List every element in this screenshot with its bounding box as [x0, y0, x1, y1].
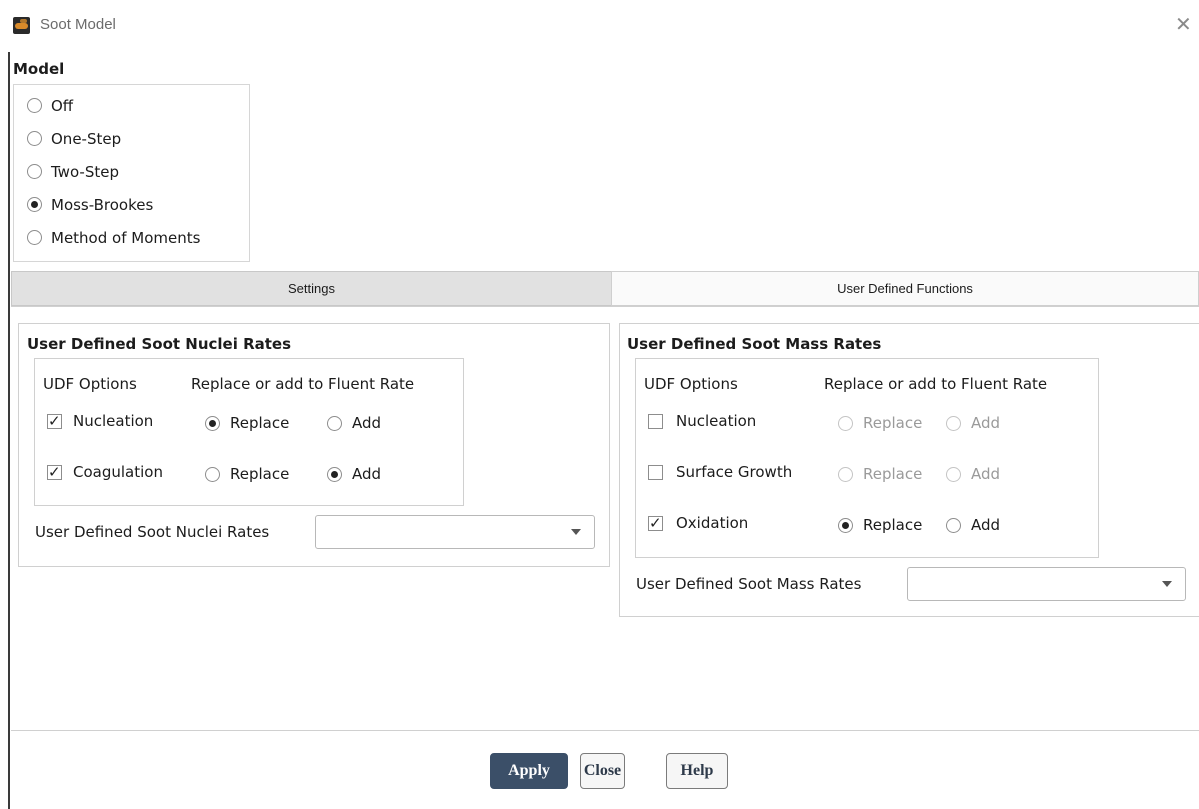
nuclei-nucleation-checkbox[interactable]: Nucleation — [47, 412, 153, 430]
mass-dropdown-label: User Defined Soot Mass Rates — [636, 575, 862, 593]
model-option-label: Two-Step — [51, 162, 119, 181]
radio — [946, 466, 961, 482]
radio — [946, 415, 961, 431]
model-option-label: One-Step — [51, 129, 122, 148]
mass-surface-growth-replace: Replace — [838, 465, 922, 483]
radio[interactable] — [946, 517, 961, 533]
radio[interactable] — [205, 415, 220, 431]
model-option-two-step[interactable]: Two-Step — [27, 155, 200, 188]
nuclei-coagulation-checkbox[interactable]: Coagulation — [47, 463, 163, 481]
mass-surface-growth-checkbox[interactable]: Surface Growth — [648, 463, 792, 481]
checkbox[interactable] — [648, 514, 663, 532]
model-option-label: Off — [51, 96, 74, 115]
tab-user-defined-functions[interactable]: User Defined Functions — [611, 271, 1199, 306]
help-button[interactable]: Help — [666, 753, 728, 789]
nuclei-nucleation-replace[interactable]: Replace — [205, 414, 289, 432]
radio-label: Replace — [863, 414, 923, 432]
nuclei-udf-options: UDF Options Replace or add to Fluent Rat… — [34, 358, 464, 506]
radio[interactable] — [205, 466, 220, 482]
close-button[interactable]: Close — [580, 753, 625, 789]
radio-two-step[interactable] — [27, 164, 42, 179]
apply-button[interactable]: Apply — [490, 753, 568, 789]
nuclei-heading: User Defined Soot Nuclei Rates — [27, 335, 292, 353]
checkbox-label: Coagulation — [73, 463, 163, 481]
model-option-label: Method of Moments — [51, 228, 201, 247]
model-option-moss-brookes[interactable]: Moss-Brookes — [27, 188, 200, 221]
mass-udf-options: UDF Options Replace or add to Fluent Rat… — [635, 358, 1099, 558]
udf-options-header: UDF Options — [644, 375, 738, 393]
radio[interactable] — [327, 415, 342, 431]
radio-label: Add — [971, 516, 1001, 534]
radio-label: Add — [971, 414, 1001, 432]
mass-oxidation-checkbox[interactable]: Oxidation — [648, 514, 748, 532]
model-heading: Model — [13, 60, 65, 78]
radio[interactable] — [327, 466, 342, 482]
model-option-label: Moss-Brookes — [51, 195, 154, 214]
checkbox-label: Nucleation — [73, 412, 154, 430]
mass-rates-group: User Defined Soot Mass Rates UDF Options… — [619, 323, 1199, 617]
nuclei-coagulation-replace[interactable]: Replace — [205, 465, 289, 483]
model-options: Off One-Step Two-Step Moss-Brookes Metho… — [13, 84, 250, 262]
window-title: Soot Model — [40, 16, 116, 33]
model-option-one-step[interactable]: One-Step — [27, 122, 200, 155]
radio[interactable] — [838, 517, 853, 533]
nuclei-dropdown-label: User Defined Soot Nuclei Rates — [35, 523, 270, 541]
window-edge — [8, 52, 10, 809]
model-option-off[interactable]: Off — [27, 89, 200, 122]
radio-label: Add — [352, 414, 382, 432]
checkbox[interactable] — [648, 464, 663, 480]
nuclei-rates-dropdown[interactable] — [315, 515, 595, 549]
mass-nucleation-replace: Replace — [838, 414, 922, 432]
button-bar-divider — [11, 730, 1199, 731]
tab-settings[interactable]: Settings — [11, 271, 611, 306]
radio-label: Add — [971, 465, 1001, 483]
nuclei-coagulation-add[interactable]: Add — [327, 465, 381, 483]
nuclei-nucleation-add[interactable]: Add — [327, 414, 381, 432]
chevron-down-icon — [1162, 581, 1172, 587]
nuclei-rates-group: User Defined Soot Nuclei Rates UDF Optio… — [18, 323, 610, 567]
model-option-method-of-moments[interactable]: Method of Moments — [27, 221, 200, 254]
radio — [838, 415, 853, 431]
radio-one-step[interactable] — [27, 131, 42, 146]
replace-add-header: Replace or add to Fluent Rate — [191, 375, 415, 393]
udf-options-header: UDF Options — [43, 375, 137, 393]
radio-label: Replace — [863, 465, 923, 483]
radio-moss-brookes[interactable] — [27, 197, 42, 212]
close-icon[interactable]: ✕ — [1175, 12, 1192, 36]
radio — [838, 466, 853, 482]
checkbox-label: Surface Growth — [676, 463, 793, 481]
mass-surface-growth-add: Add — [946, 465, 1000, 483]
mass-heading: User Defined Soot Mass Rates — [627, 335, 882, 353]
mass-rates-dropdown[interactable] — [907, 567, 1186, 601]
mass-nucleation-add: Add — [946, 414, 1000, 432]
chevron-down-icon — [571, 529, 581, 535]
mass-oxidation-replace[interactable]: Replace — [838, 516, 922, 534]
mass-nucleation-checkbox[interactable]: Nucleation — [648, 412, 756, 430]
checkbox[interactable] — [47, 412, 62, 430]
radio-label: Replace — [230, 465, 290, 483]
mass-oxidation-add[interactable]: Add — [946, 516, 1000, 534]
replace-add-header: Replace or add to Fluent Rate — [824, 375, 1048, 393]
title-bar: Soot Model ✕ — [0, 0, 1199, 52]
checkbox[interactable] — [47, 463, 62, 481]
app-icon — [13, 17, 30, 34]
radio-label: Replace — [863, 516, 923, 534]
checkbox-label: Oxidation — [676, 514, 749, 532]
radio-label: Replace — [230, 414, 290, 432]
checkbox-label: Nucleation — [676, 412, 757, 430]
radio-off[interactable] — [27, 98, 42, 113]
radio-method-of-moments[interactable] — [27, 230, 42, 245]
checkbox[interactable] — [648, 413, 663, 429]
radio-label: Add — [352, 465, 382, 483]
